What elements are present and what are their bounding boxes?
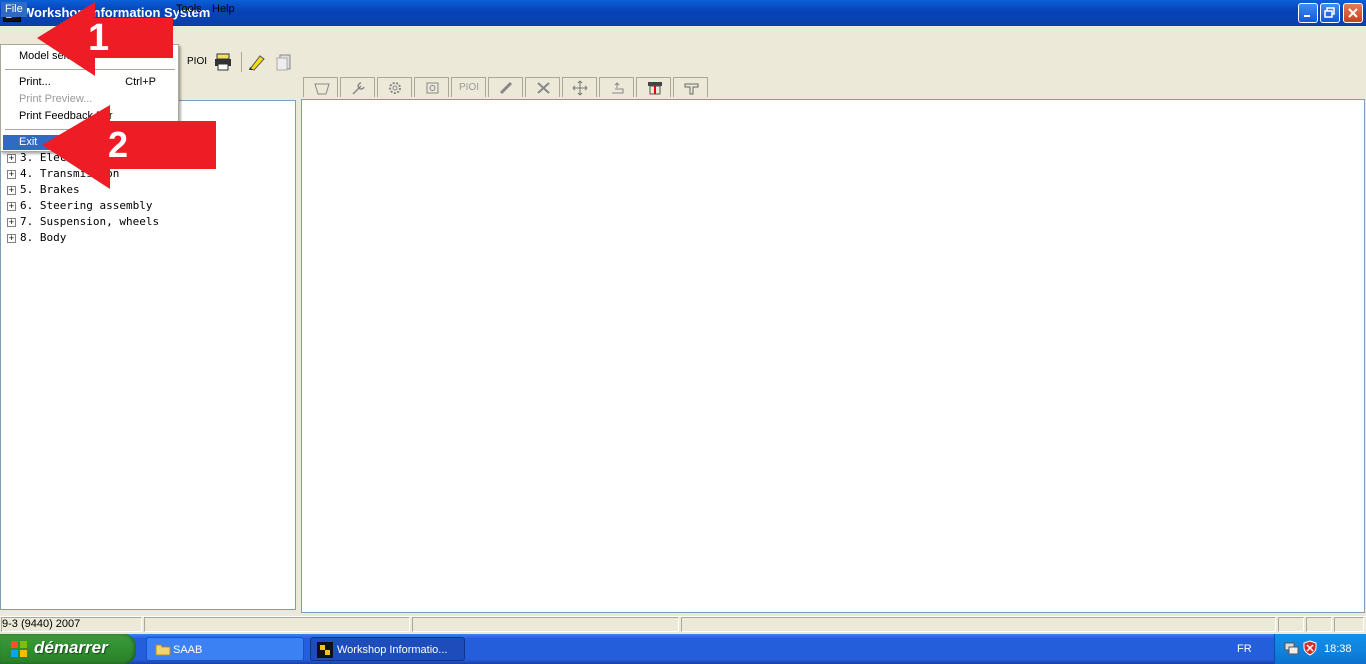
menu-tools[interactable]: Tools: [172, 2, 206, 17]
menu-item-print-feedback[interactable]: Print Feedback For: [3, 109, 176, 124]
tab-service[interactable]: [673, 77, 708, 97]
expand-icon[interactable]: +: [7, 169, 16, 179]
tools-icon: [537, 82, 550, 94]
minimize-icon: [1304, 15, 1310, 17]
menu-item-model-selection[interactable]: Model sele: [3, 49, 176, 64]
menu-bar: [0, 26, 1366, 44]
engine-icon: [314, 83, 330, 95]
content-panel[interactable]: [301, 99, 1365, 613]
tab-lift[interactable]: [599, 77, 634, 97]
pipe-icon: [499, 81, 513, 95]
expand-icon[interactable]: +: [7, 233, 16, 243]
app-icon: [317, 642, 333, 658]
tree-item-suspension[interactable]: +7. Suspension, wheels: [7, 215, 159, 229]
tab-piol[interactable]: PIOI: [451, 77, 486, 97]
tree-item-brakes[interactable]: +5. Brakes: [7, 183, 80, 197]
tab-move[interactable]: [562, 77, 597, 97]
parts-icon: [426, 82, 439, 94]
lift-icon: [612, 82, 624, 94]
highlighter-icon[interactable]: [247, 52, 267, 72]
restore-button[interactable]: [1320, 3, 1340, 23]
language-indicator[interactable]: FR: [1237, 643, 1252, 655]
menu-item-print-preview: Print Preview...: [19, 93, 93, 105]
close-button[interactable]: [1343, 3, 1363, 23]
menu-separator: [5, 129, 175, 130]
expand-icon[interactable]: +: [7, 201, 16, 211]
clock: 18:38: [1324, 643, 1352, 655]
piol-button[interactable]: PIOI: [187, 56, 207, 67]
menu-item-print[interactable]: Print... Ctrl+P: [3, 75, 176, 90]
move-icon: [572, 80, 588, 96]
tab-alert[interactable]: [636, 77, 671, 97]
folder-icon: [155, 644, 171, 656]
service-icon: [684, 83, 699, 95]
taskbar-button-workshop[interactable]: Workshop Informatio...: [310, 637, 465, 661]
menu-file[interactable]: File: [1, 2, 27, 17]
tree-item-steering[interactable]: +6. Steering assembly: [7, 199, 152, 213]
minimize-button[interactable]: [1298, 3, 1318, 23]
tree-item-electrical[interactable]: +3. Electrica: [7, 151, 99, 165]
status-cell: [1278, 617, 1304, 632]
tab-pipe[interactable]: [488, 77, 523, 97]
expand-icon[interactable]: +: [7, 185, 16, 195]
toolbar-separator: [241, 52, 242, 72]
restore-icon: [1324, 7, 1335, 18]
windows-logo-icon: [11, 641, 27, 657]
printer-icon[interactable]: [213, 52, 233, 72]
document-icon[interactable]: [274, 52, 294, 72]
tab-engine[interactable]: [303, 77, 338, 97]
status-model: 9-3 (9440) 2007: [2, 618, 81, 630]
tree-item-body[interactable]: +8. Body: [7, 231, 66, 245]
gear-icon: [389, 82, 401, 94]
expand-icon[interactable]: +: [7, 153, 16, 163]
wrench-icon: [352, 82, 365, 95]
close-icon: [1348, 8, 1358, 18]
tree-item-transmission[interactable]: +4. Transmission: [7, 167, 119, 181]
status-cell: [1306, 617, 1332, 632]
menu-item-exit[interactable]: Exit: [3, 135, 176, 150]
status-cell: [681, 617, 1276, 632]
expand-icon[interactable]: +: [7, 217, 16, 227]
network-icon[interactable]: [1283, 640, 1299, 656]
status-cell: [412, 617, 679, 632]
tab-tools[interactable]: [340, 77, 375, 97]
security-shield-icon[interactable]: [1302, 640, 1318, 656]
start-label: démarrer: [34, 638, 108, 657]
taskbar-button-saab[interactable]: SAAB: [146, 637, 304, 661]
tab-parts[interactable]: [414, 77, 449, 97]
status-cell: [144, 617, 410, 632]
menu-separator: [5, 69, 175, 70]
status-cell: [1334, 617, 1364, 632]
tab-tools-cross[interactable]: [525, 77, 560, 97]
menu-help[interactable]: Help: [208, 2, 239, 17]
alert-panel-icon: [648, 82, 662, 95]
tab-gears[interactable]: [377, 77, 412, 97]
